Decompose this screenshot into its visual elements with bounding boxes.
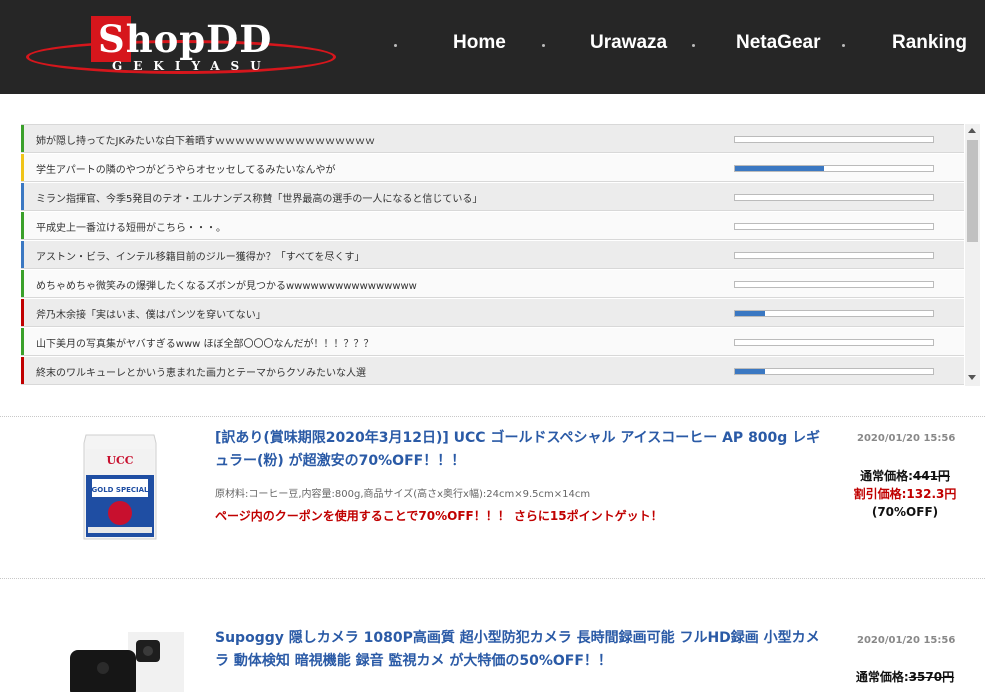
product-date: 2020/01/20 15:56 [857, 433, 956, 444]
coffee-package-image: UCC GOLD SPECIAL [83, 434, 157, 540]
news-item[interactable]: 姉が隠し持ってたJKみたいな白下着晒すｗｗｗｗｗｗｗｗｗｗｗｗｗｗｗｗ [21, 125, 964, 153]
popularity-meter [734, 368, 934, 375]
news-category-marker [21, 299, 24, 326]
news-scrollbar[interactable] [965, 124, 980, 386]
popularity-meter [734, 310, 934, 317]
news-category-marker [21, 183, 24, 210]
nav-separator [842, 44, 845, 47]
scroll-up-arrow-icon[interactable] [968, 128, 976, 133]
product-date: 2020/01/20 15:56 [857, 635, 956, 646]
site-logo[interactable]: ShopDD GEKIYASU [24, 10, 344, 84]
popularity-meter-fill [735, 369, 765, 374]
product-coupon-note: ページ内のクーポンを使用することで70%OFF！！！ さらに15ポイントゲット！ [215, 509, 663, 523]
nav-home[interactable]: Home [453, 32, 506, 54]
popularity-meter [734, 136, 934, 143]
news-item[interactable]: 山下美月の写真集がヤバすぎるwww ほぼ全部〇〇〇なんだが！！！？？？ [21, 328, 964, 356]
regular-price-value: 3570円 [908, 670, 955, 684]
news-item[interactable]: 学生アパートの隣のやつがどうやらオセッセしてるみたいなんやが [21, 154, 964, 182]
news-category-marker [21, 125, 24, 152]
product-image[interactable] [66, 632, 184, 696]
news-feed: 姉が隠し持ってたJKみたいな白下着晒すｗｗｗｗｗｗｗｗｗｗｗｗｗｗｗｗ 学生アパー… [21, 124, 980, 386]
news-category-marker [21, 212, 24, 239]
price-block: 通常価格:441円 割引価格:132.3円 (70%OFF) [845, 467, 965, 521]
news-title-link[interactable]: アストン・ビラ、インテル移籍目前のジルー獲得か？「すべてを尽くす」 [36, 248, 365, 263]
news-item[interactable]: 終末のワルキューレとかいう恵まれた画力とテーマからクソみたいな人選 [21, 357, 964, 385]
sale-price-label: 割引価格: [853, 487, 907, 501]
site-header: ShopDD GEKIYASU Home Urawaza NetaGear Ra… [0, 0, 985, 94]
news-category-marker [21, 241, 24, 268]
popularity-meter [734, 281, 934, 288]
news-item[interactable]: ミラン指揮官、今季5発目のテオ・エルナンデス称賛「世界最高の選手の一人になると信… [21, 183, 964, 211]
package-brand: UCC [106, 454, 133, 467]
regular-price-label: 通常価格: [855, 670, 909, 684]
discount-rate: (70%OFF) [871, 505, 939, 519]
scroll-thumb[interactable] [967, 140, 978, 242]
news-title-link[interactable]: めちゃめちゃ微笑みの爆弾したくなるズボンが見つかるwwwwwwwwwwwwwww… [36, 277, 417, 292]
product-spec: 原材料:コーヒー豆,内容量:800g,商品サイズ(高さx奥行x幅):24cm×9… [215, 489, 591, 500]
nav-separator [394, 44, 397, 47]
news-title-link[interactable]: 終末のワルキューレとかいう恵まれた画力とテーマからクソみたいな人選 [36, 364, 366, 379]
logo-text: ShopDD [98, 17, 273, 61]
news-item[interactable]: めちゃめちゃ微笑みの爆弾したくなるズボンが見つかるwwwwwwwwwwwwwww… [21, 270, 964, 298]
news-title-link[interactable]: 斧乃木余接「実はいま、僕はパンツを穿いてない」 [36, 306, 266, 321]
popularity-meter-fill [735, 311, 765, 316]
popularity-meter [734, 252, 934, 259]
news-category-marker [21, 357, 24, 384]
main-nav: Home Urawaza NetaGear Ranking [380, 0, 985, 94]
scroll-down-arrow-icon[interactable] [968, 375, 976, 380]
news-category-marker [21, 154, 24, 181]
nav-urawaza[interactable]: Urawaza [590, 32, 667, 54]
regular-price: 通常価格:441円 [845, 467, 965, 485]
section-divider [0, 578, 985, 579]
product-image[interactable]: UCC GOLD SPECIAL [80, 431, 160, 543]
product-card: UCC GOLD SPECIAL [訳あり(賞味期限2020年3月12日)] U… [0, 417, 985, 577]
product-card: Supoggy 隠しカメラ 1080P高画質 超小型防犯カメラ 長時間録画可能 … [0, 618, 985, 696]
news-title-link[interactable]: ミラン指揮官、今季5発目のテオ・エルナンデス称賛「世界最高の選手の一人になると信… [36, 190, 482, 205]
news-title-link[interactable]: 山下美月の写真集がヤバすぎるwww ほぼ全部〇〇〇なんだが！！！？？？ [36, 335, 374, 350]
popularity-meter [734, 223, 934, 230]
product-title-link[interactable]: [訳あり(賞味期限2020年3月12日)] UCC ゴールドスペシャル アイスコ… [215, 427, 830, 473]
news-list: 姉が隠し持ってたJKみたいな白下着晒すｗｗｗｗｗｗｗｗｗｗｗｗｗｗｗｗ 学生アパー… [21, 124, 964, 387]
news-category-marker [21, 328, 24, 355]
logo-subtitle: GEKIYASU [112, 59, 272, 73]
nav-separator [542, 44, 545, 47]
regular-price-value: 441円 [912, 469, 950, 483]
price-block: 通常価格:3570円 [845, 668, 965, 686]
nav-ranking[interactable]: Ranking [892, 32, 967, 54]
news-item[interactable]: 平成史上一番泣ける短冊がこちら・・・。 [21, 212, 964, 240]
news-title-link[interactable]: 姉が隠し持ってたJKみたいな白下着晒すｗｗｗｗｗｗｗｗｗｗｗｗｗｗｗｗ [36, 132, 375, 147]
news-title-link[interactable]: 平成史上一番泣ける短冊がこちら・・・。 [36, 219, 226, 234]
nav-netagear[interactable]: NetaGear [736, 32, 821, 54]
sale-price: 割引価格:132.3円 [845, 485, 965, 503]
popularity-meter [734, 194, 934, 201]
camera-image [70, 632, 184, 696]
news-item[interactable]: アストン・ビラ、インテル移籍目前のジルー獲得か？「すべてを尽くす」 [21, 241, 964, 269]
news-category-marker [21, 270, 24, 297]
popularity-meter [734, 165, 934, 172]
regular-price-label: 通常価格: [860, 469, 913, 483]
popularity-meter-fill [735, 166, 825, 171]
package-label: GOLD SPECIAL [92, 486, 150, 494]
news-title-link[interactable]: 学生アパートの隣のやつがどうやらオセッセしてるみたいなんやが [36, 161, 336, 176]
product-title-link[interactable]: Supoggy 隠しカメラ 1080P高画質 超小型防犯カメラ 長時間録画可能 … [215, 627, 830, 673]
sale-price-value: 132.3円 [906, 487, 957, 501]
news-item[interactable]: 斧乃木余接「実はいま、僕はパンツを穿いてない」 [21, 299, 964, 327]
popularity-meter [734, 339, 934, 346]
regular-price: 通常価格:3570円 [845, 668, 965, 686]
nav-separator [692, 44, 695, 47]
